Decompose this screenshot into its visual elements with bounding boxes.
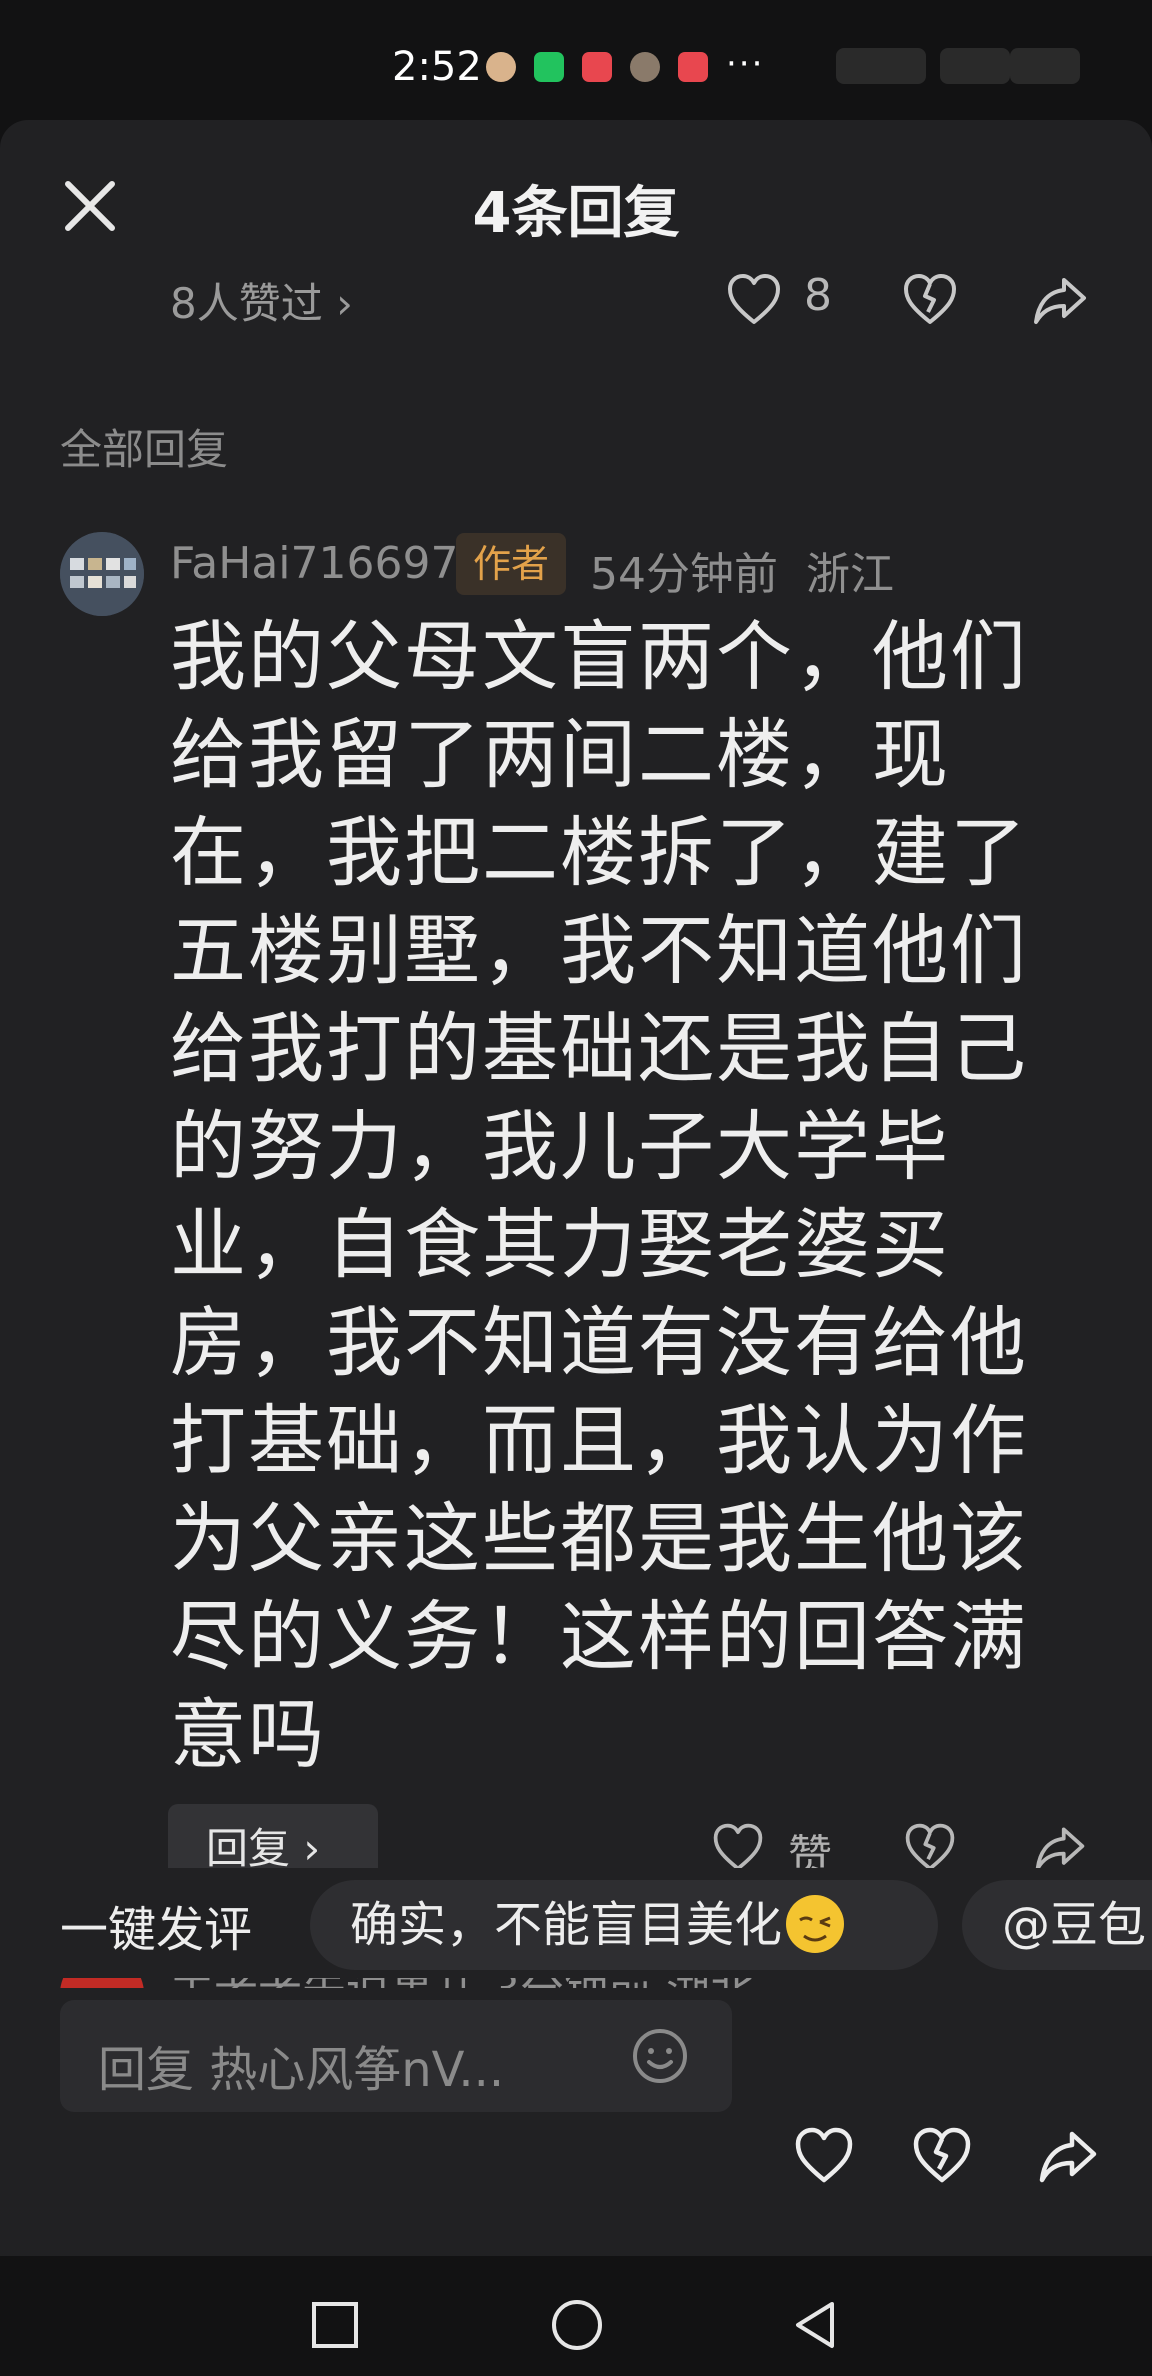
section-label-all-replies: 全部回复	[60, 425, 229, 474]
heart-icon[interactable]	[724, 270, 784, 330]
chip-text: 确实，不能盲目美化	[350, 1897, 783, 1953]
system-nav-bar	[0, 2256, 1152, 2376]
status-time: 2:52	[392, 44, 482, 90]
book-app-icon-2	[678, 52, 708, 82]
quick-comment-chip[interactable]: 确实，不能盲目美化	[310, 1880, 938, 1970]
share-icon[interactable]	[1030, 270, 1090, 330]
wifi-icon	[940, 48, 1010, 84]
book-app-icon	[582, 52, 612, 82]
more-notifications-icon: ···	[726, 44, 765, 84]
comment-time: 54分钟前	[590, 549, 778, 600]
app-avatar-icon	[486, 52, 516, 82]
reply-input[interactable]: 回复 热心风筝nV...	[60, 2000, 732, 2112]
comment-text: 我的父母文盲两个，他们给我留了两间二楼，现在，我把二楼拆了，建了五楼别墅，我不知…	[170, 612, 1028, 1779]
battery-icon	[1010, 48, 1080, 84]
quick-comment-chip-mention[interactable]: @豆包	[962, 1880, 1152, 1970]
avatar[interactable]	[60, 532, 144, 616]
signal-icon	[836, 48, 926, 84]
app-avatar-icon-2	[630, 52, 660, 82]
comment-location: 浙江	[805, 549, 894, 600]
back-icon[interactable]	[790, 2300, 840, 2350]
bottom-share-icon[interactable]	[1036, 2124, 1100, 2188]
comment-meta: 54分钟前 浙江	[590, 538, 894, 602]
emoji-icon[interactable]	[630, 2026, 690, 2086]
sheet-title: 4条回复	[472, 181, 680, 246]
wechat-icon	[534, 52, 564, 82]
author-badge: 作者	[456, 533, 566, 595]
wink-emoji-icon	[786, 1895, 845, 1953]
liked-by-link[interactable]: 8人赞过 ›	[170, 270, 353, 331]
bottom-broken-heart-icon[interactable]	[910, 2124, 974, 2188]
recent-apps-icon[interactable]	[310, 2300, 360, 2350]
comment-username[interactable]: FaHai716697	[170, 538, 458, 589]
broken-heart-icon[interactable]	[900, 270, 960, 330]
home-icon[interactable]	[550, 2298, 604, 2352]
like-count: 8	[804, 270, 832, 321]
chip-text: @豆包	[1002, 1897, 1147, 1953]
status-bar: 2:52 ···	[0, 0, 1152, 120]
bottom-heart-icon[interactable]	[792, 2124, 856, 2188]
reply-input-placeholder: 回复 热心风筝nV...	[98, 2042, 505, 2098]
quick-comment-label: 一键发评	[60, 1902, 253, 1958]
